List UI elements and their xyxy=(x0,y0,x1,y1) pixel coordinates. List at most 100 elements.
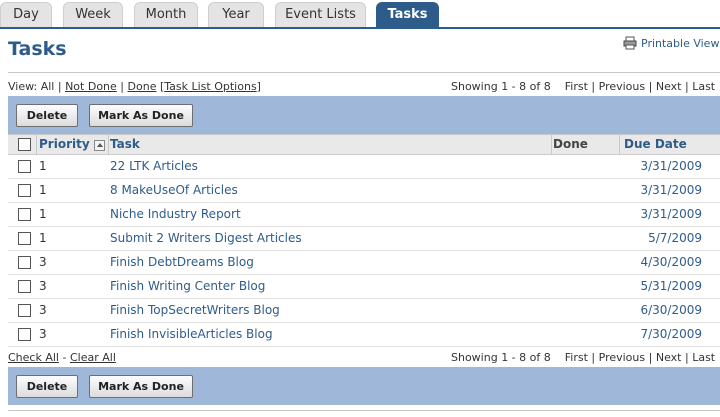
task-link[interactable]: 8 MakeUseOf Articles xyxy=(110,183,238,197)
task-link[interactable]: 22 LTK Articles xyxy=(110,159,198,173)
priority-cell: 1 xyxy=(39,207,47,221)
due-date-cell: 3/31/2009 xyxy=(640,183,702,197)
tab-day[interactable]: Day xyxy=(0,2,52,28)
priority-cell: 3 xyxy=(39,303,47,317)
task-link[interactable]: Finish DebtDreams Blog xyxy=(110,255,254,269)
table-row: 3 Finish InvisibleArticles Blog 7/30/200… xyxy=(8,323,720,347)
table-row: 1 Submit 2 Writers Digest Articles 5/7/2… xyxy=(8,227,720,251)
action-bar-bottom: Delete Mark As Done xyxy=(8,367,720,405)
tab-event-lists[interactable]: Event Lists xyxy=(275,2,366,28)
task-link[interactable]: Finish InvisibleArticles Blog xyxy=(110,327,273,341)
row-checkbox[interactable] xyxy=(18,256,31,269)
check-all-link[interactable]: Check All xyxy=(8,351,59,364)
due-date-cell: 5/31/2009 xyxy=(640,279,702,293)
pager-next[interactable]: Next xyxy=(656,80,682,93)
printer-icon xyxy=(623,36,637,50)
action-bar-top: Delete Mark As Done xyxy=(8,96,720,134)
row-checkbox[interactable] xyxy=(18,304,31,317)
tab-week[interactable]: Week xyxy=(63,2,123,28)
pager-bottom: Showing 1 - 8 of 8 First | Previous | Ne… xyxy=(451,351,715,364)
table-row: 3 Finish Writing Center Blog 5/31/2009 xyxy=(8,275,720,299)
tab-month[interactable]: Month xyxy=(134,2,198,28)
bottom-divider xyxy=(8,410,720,411)
options-bracket-close: ] xyxy=(256,80,261,93)
task-link[interactable]: Finish Writing Center Blog xyxy=(110,279,265,293)
pager-separator: | xyxy=(684,80,689,93)
row-checkbox[interactable] xyxy=(18,184,31,197)
pager-first[interactable]: First xyxy=(565,80,588,93)
pager-top: Showing 1 - 8 of 8 First | Previous | Ne… xyxy=(451,80,715,93)
pager-separator: | xyxy=(591,80,596,93)
row-checkbox[interactable] xyxy=(18,280,31,293)
table-row: 3 Finish DebtDreams Blog 4/30/2009 xyxy=(8,251,720,275)
selection-separator: - xyxy=(62,351,67,364)
clear-all-link[interactable]: Clear All xyxy=(70,351,116,364)
due-date-column-header[interactable]: Due Date xyxy=(624,135,687,155)
pager-previous[interactable]: Previous xyxy=(599,351,646,364)
table-row: 1 22 LTK Articles 3/31/2009 xyxy=(8,155,720,179)
column-divider xyxy=(108,135,109,155)
pager-last[interactable]: Last xyxy=(692,351,715,364)
printable-view-label: Printable View xyxy=(641,37,720,50)
printable-view-link[interactable]: Printable View xyxy=(623,36,719,50)
row-checkbox[interactable] xyxy=(18,208,31,221)
task-link[interactable]: Submit 2 Writers Digest Articles xyxy=(110,231,302,245)
page-title: Tasks xyxy=(8,38,67,60)
task-column-header[interactable]: Task xyxy=(110,135,140,155)
pager-last[interactable]: Last xyxy=(692,80,715,93)
filter-separator: | xyxy=(120,80,125,93)
pager-separator: | xyxy=(648,351,653,364)
due-date-cell: 3/31/2009 xyxy=(640,207,702,221)
filter-not-done[interactable]: Not Done xyxy=(65,80,117,93)
row-checkbox[interactable] xyxy=(18,328,31,341)
column-divider xyxy=(551,135,552,155)
select-all-checkbox[interactable] xyxy=(18,138,31,151)
tab-divider xyxy=(0,27,720,29)
pager-next[interactable]: Next xyxy=(656,351,682,364)
row-checkbox[interactable] xyxy=(18,160,31,173)
selection-links: Check All - Clear All xyxy=(8,351,116,364)
row-checkbox[interactable] xyxy=(18,232,31,245)
table-row: 1 Niche Industry Report 3/31/2009 xyxy=(8,203,720,227)
view-tabs: Day Week Month Year Event Lists Tasks xyxy=(0,0,720,29)
showing-count: Showing 1 - 8 of 8 xyxy=(451,80,551,93)
done-column-header: Done xyxy=(553,137,588,151)
pager-separator: | xyxy=(684,351,689,364)
sort-ascending-icon[interactable] xyxy=(94,140,105,151)
priority-cell: 3 xyxy=(39,327,47,341)
table-row: 3 Finish TopSecretWriters Blog 6/30/2009 xyxy=(8,299,720,323)
showing-count: Showing 1 - 8 of 8 xyxy=(451,351,551,364)
title-divider xyxy=(8,72,720,73)
pager-first[interactable]: First xyxy=(565,351,588,364)
priority-cell: 1 xyxy=(39,159,47,173)
tab-tasks[interactable]: Tasks xyxy=(376,2,439,28)
task-list-options-link[interactable]: Task List Options xyxy=(164,80,256,93)
priority-column-header[interactable]: Priority xyxy=(39,135,90,155)
due-date-cell: 6/30/2009 xyxy=(640,303,702,317)
due-date-cell: 3/31/2009 xyxy=(640,159,702,173)
view-filter: View: All | Not Done | Done [Task List O… xyxy=(8,80,261,93)
filter-done[interactable]: Done xyxy=(128,80,157,93)
task-link[interactable]: Niche Industry Report xyxy=(110,207,241,221)
column-divider xyxy=(36,135,37,155)
pager-previous[interactable]: Previous xyxy=(599,80,646,93)
mark-as-done-button[interactable]: Mark As Done xyxy=(89,375,193,398)
delete-button[interactable]: Delete xyxy=(16,104,78,127)
pager-separator: | xyxy=(648,80,653,93)
mark-as-done-button[interactable]: Mark As Done xyxy=(89,104,193,127)
view-label: View: xyxy=(8,80,38,93)
task-link[interactable]: Finish TopSecretWriters Blog xyxy=(110,303,280,317)
priority-cell: 1 xyxy=(39,231,47,245)
delete-button[interactable]: Delete xyxy=(16,375,78,398)
priority-cell: 3 xyxy=(39,255,47,269)
table-row: 1 8 MakeUseOf Articles 3/31/2009 xyxy=(8,179,720,203)
due-date-cell: 5/7/2009 xyxy=(648,231,702,245)
due-date-cell: 4/30/2009 xyxy=(640,255,702,269)
task-table-header: Priority Task Done Due Date xyxy=(8,134,720,155)
priority-cell: 3 xyxy=(39,279,47,293)
tab-year[interactable]: Year xyxy=(208,2,264,28)
pager-separator: | xyxy=(591,351,596,364)
filter-all[interactable]: All xyxy=(41,80,55,93)
priority-cell: 1 xyxy=(39,183,47,197)
column-divider xyxy=(619,135,620,155)
